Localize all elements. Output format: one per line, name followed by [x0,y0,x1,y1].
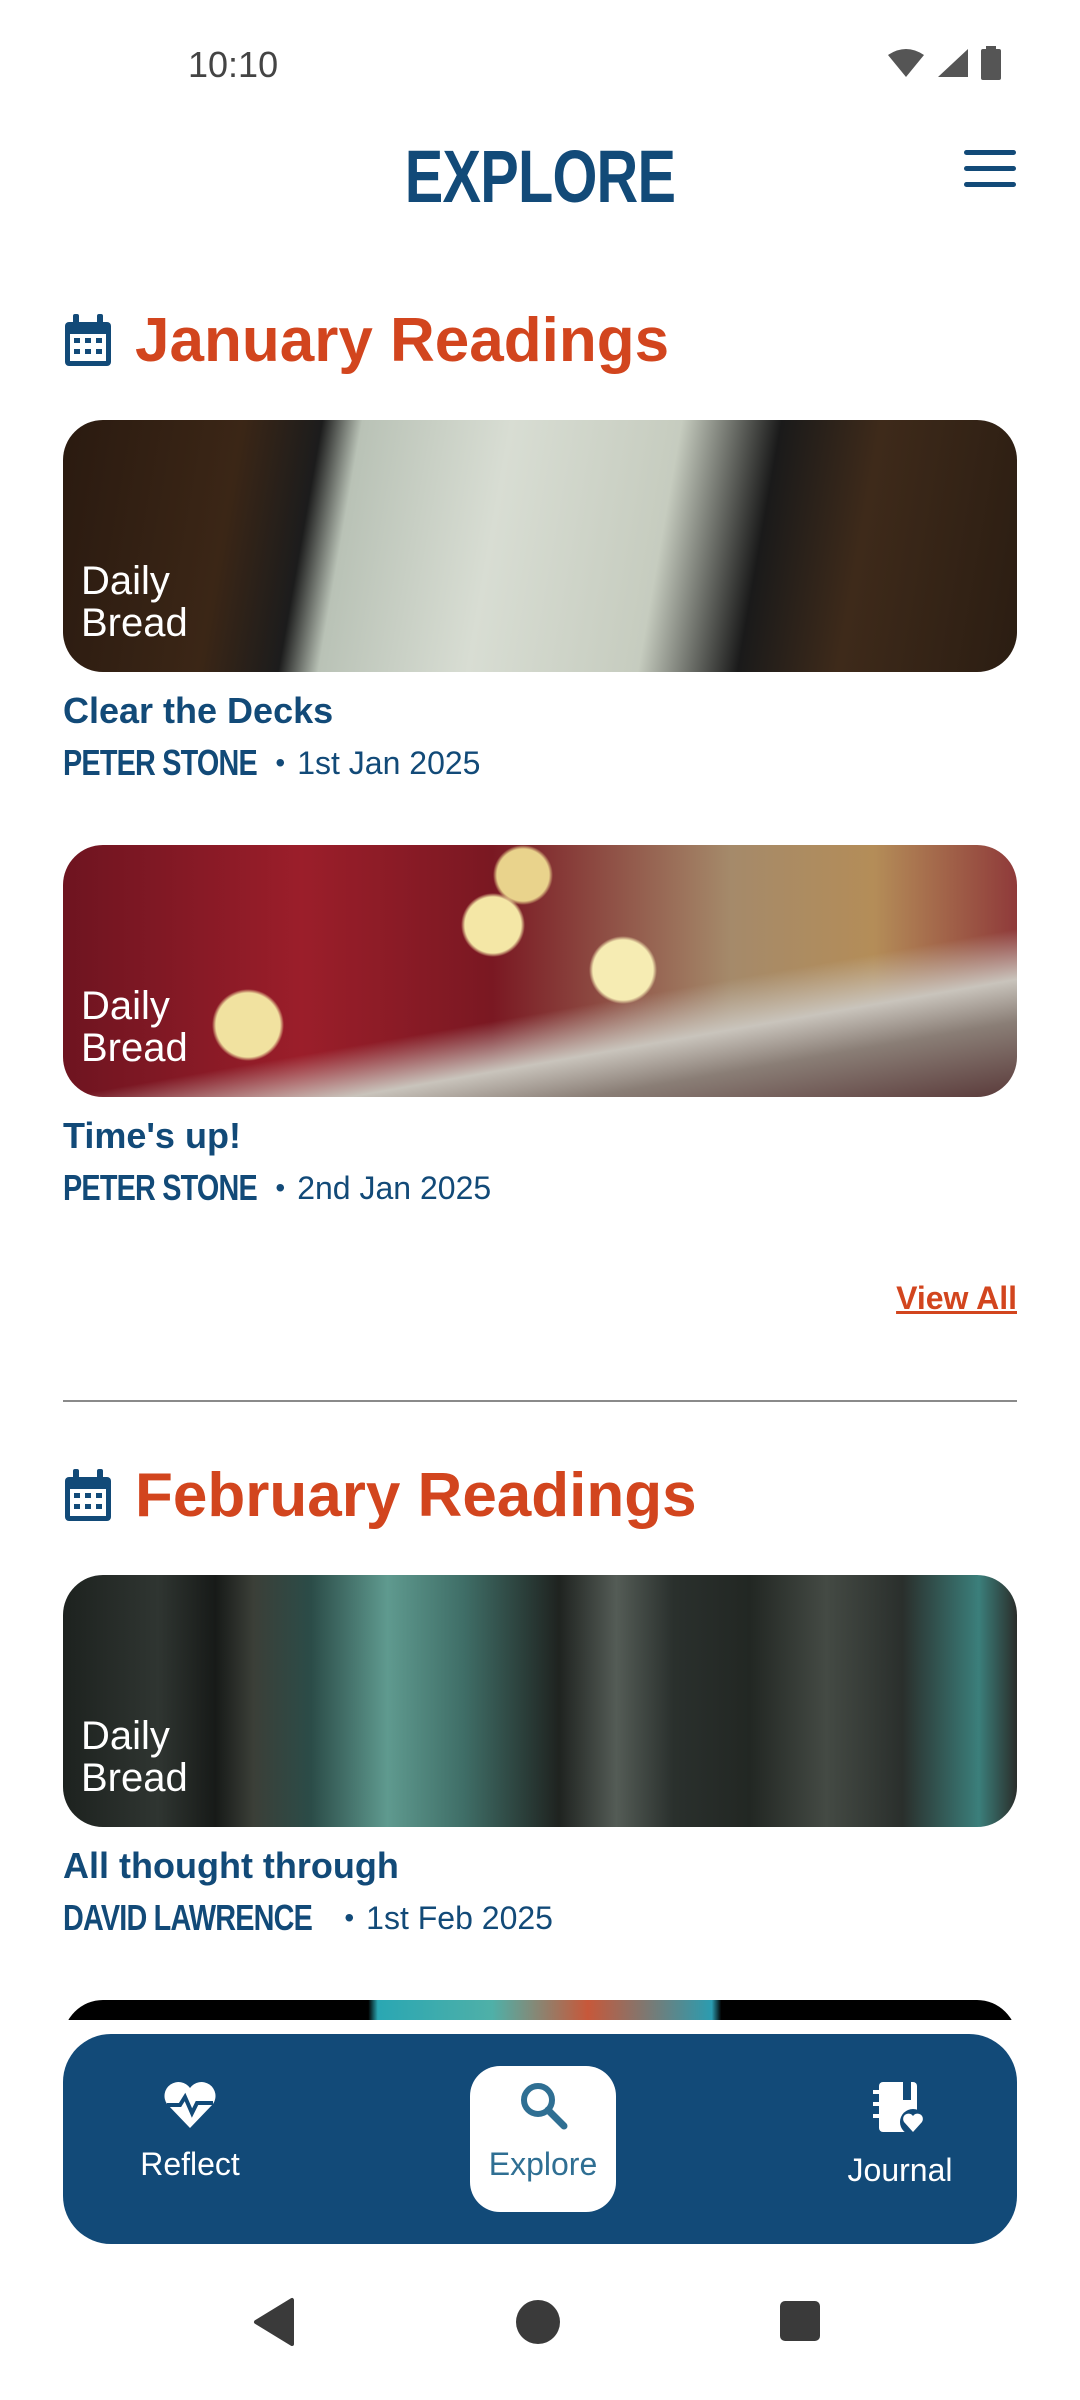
page-title: EXPLORE [404,135,676,218]
back-icon[interactable] [250,2296,298,2348]
calendar-icon [65,1468,111,1521]
heart-pulse-icon [164,2081,216,2128]
card-date: 1st Jan 2025 [297,744,481,781]
reading-card[interactable]: Daily Bread All thought through DAVID LA… [63,1575,1017,1939]
card-date: 1st Feb 2025 [366,1899,553,1936]
card-date: 2nd Jan 2025 [297,1169,492,1206]
search-icon [521,2083,568,2130]
card-meta: PETER STONE • 1st Jan 2025 [63,742,1017,784]
menu-button[interactable] [964,150,1016,190]
card-author: PETER STONE [63,742,258,783]
meta-separator: • [275,747,286,778]
reading-card[interactable]: Daily Bread Clear the Decks PETER STONE … [63,420,1017,784]
reading-card[interactable]: Daily Bread Time's up! PETER STONE • 2nd… [63,845,1017,1209]
meta-separator: • [344,1902,355,1933]
card-badge: Daily Bread [81,559,188,645]
header: EXPLORE [0,130,1080,240]
card-meta: PETER STONE • 2nd Jan 2025 [63,1167,1017,1209]
reading-card-peek[interactable] [63,2000,1017,2020]
card-author: PETER STONE [63,1167,258,1208]
card-image[interactable]: Daily Bread [63,1575,1017,1827]
card-image[interactable]: Daily Bread [63,420,1017,672]
bottom-nav: Reflect Explore Journal [63,2034,1017,2244]
card-title[interactable]: Time's up! [63,1115,1017,1157]
card-title[interactable]: Clear the Decks [63,690,1017,732]
card-meta: DAVID LAWRENCE • 1st Feb 2025 [63,1897,1017,1939]
divider [63,1400,1017,1402]
battery-icon [981,46,1001,80]
section-title: January Readings [135,306,670,375]
card-title[interactable]: All thought through [63,1845,1017,1887]
menu-icon [964,150,1016,155]
nav-journal[interactable]: Journal [827,2066,973,2212]
system-nav-bar [0,2280,1080,2400]
journal-heart-icon [873,2082,926,2135]
nav-explore[interactable]: Explore [470,2066,616,2212]
section-header-february: February Readings [63,1460,697,1531]
home-icon[interactable] [514,2298,562,2346]
recents-icon[interactable] [779,2300,821,2342]
status-icons [886,46,1002,80]
wifi-icon [888,49,924,77]
card-author: DAVID LAWRENCE [63,1897,313,1938]
card-image[interactable]: Daily Bread [63,845,1017,1097]
status-bar: 10:10 [0,0,1080,130]
section-header-january: January Readings [63,305,669,376]
signal-icon [938,49,968,77]
card-badge: Daily Bread [81,984,188,1070]
view-all-link[interactable]: View All [896,1280,1017,1317]
card-badge: Daily Bread [81,1714,188,1800]
calendar-icon [65,313,111,366]
nav-reflect[interactable]: Reflect [117,2066,263,2212]
status-time: 10:10 [188,44,279,85]
content-scroll[interactable]: January Readings Daily Bread Clear the D… [0,240,1080,2020]
section-title: February Readings [135,1461,697,1530]
meta-separator: • [275,1172,286,1203]
